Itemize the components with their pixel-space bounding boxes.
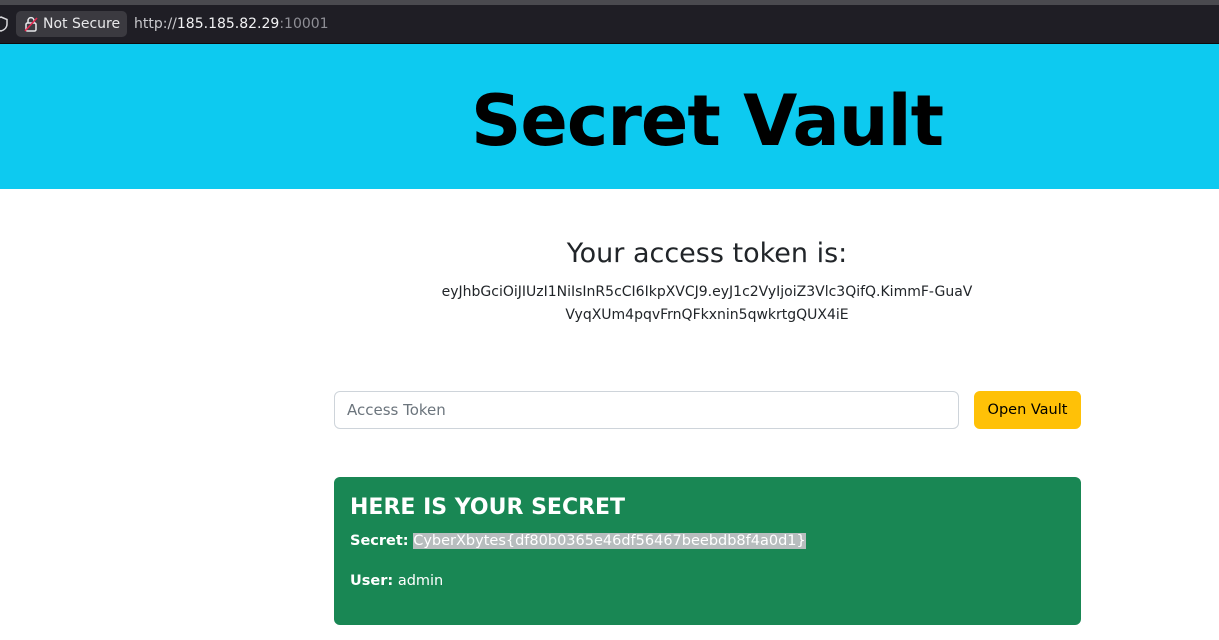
url-port: :10001 [279,16,329,32]
secret-line: Secret: CyberXbytes{df80b0365e46df56467b… [350,531,806,551]
secret-label: Secret: [350,533,409,549]
shield-icon[interactable] [0,16,8,32]
token-value: eyJhbGciOiJIUzI1NiIsInR5cCI6IkpXVCJ9.eyJ… [441,284,973,323]
security-label: Not Secure [43,16,121,32]
secret-value: CyberXbytes{df80b0365e46df56467beebdb8f4… [413,533,806,549]
insecure-lock-icon [24,16,38,32]
open-vault-button[interactable]: Open Vault [974,391,1081,429]
access-token-input[interactable] [334,391,959,429]
url-text[interactable]: http://185.185.82.29:10001 [134,15,329,33]
security-indicator[interactable]: Not Secure [16,11,127,37]
secret-alert: HERE IS YOUR SECRET Secret: CyberXbytes{… [334,477,1081,625]
address-bar[interactable]: Not Secure http://185.185.82.29:10001 [0,5,1219,44]
url-scheme: http:// [134,16,177,32]
url-host: 185.185.82.29 [176,16,280,32]
secret-title: HERE IS YOUR SECRET [350,495,626,520]
user-label: User: [350,573,394,589]
page-title: Secret Vault [470,80,944,162]
user-line: User: admin [350,571,443,591]
token-heading: Your access token is: [566,238,848,269]
user-value: admin [397,573,444,589]
page-header: Secret Vault [0,44,1219,189]
